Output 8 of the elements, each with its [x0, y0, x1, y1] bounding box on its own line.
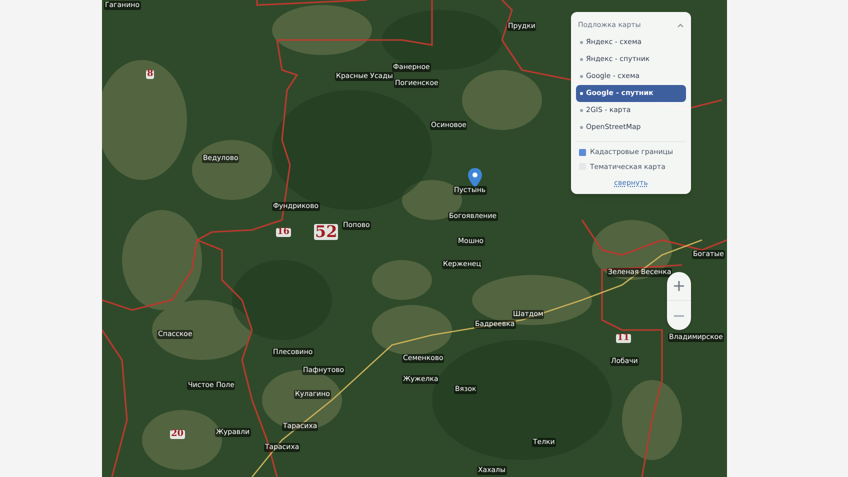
checkbox[interactable] — [579, 148, 586, 156]
map-pin-icon — [468, 168, 482, 188]
chevron-up-icon[interactable] — [677, 22, 684, 28]
region-number: 16 — [276, 228, 291, 237]
region-number: 20 — [170, 430, 185, 439]
region-number: 11 — [616, 334, 631, 343]
region-number: 8 — [146, 70, 154, 79]
region-number: 52 — [314, 224, 338, 240]
